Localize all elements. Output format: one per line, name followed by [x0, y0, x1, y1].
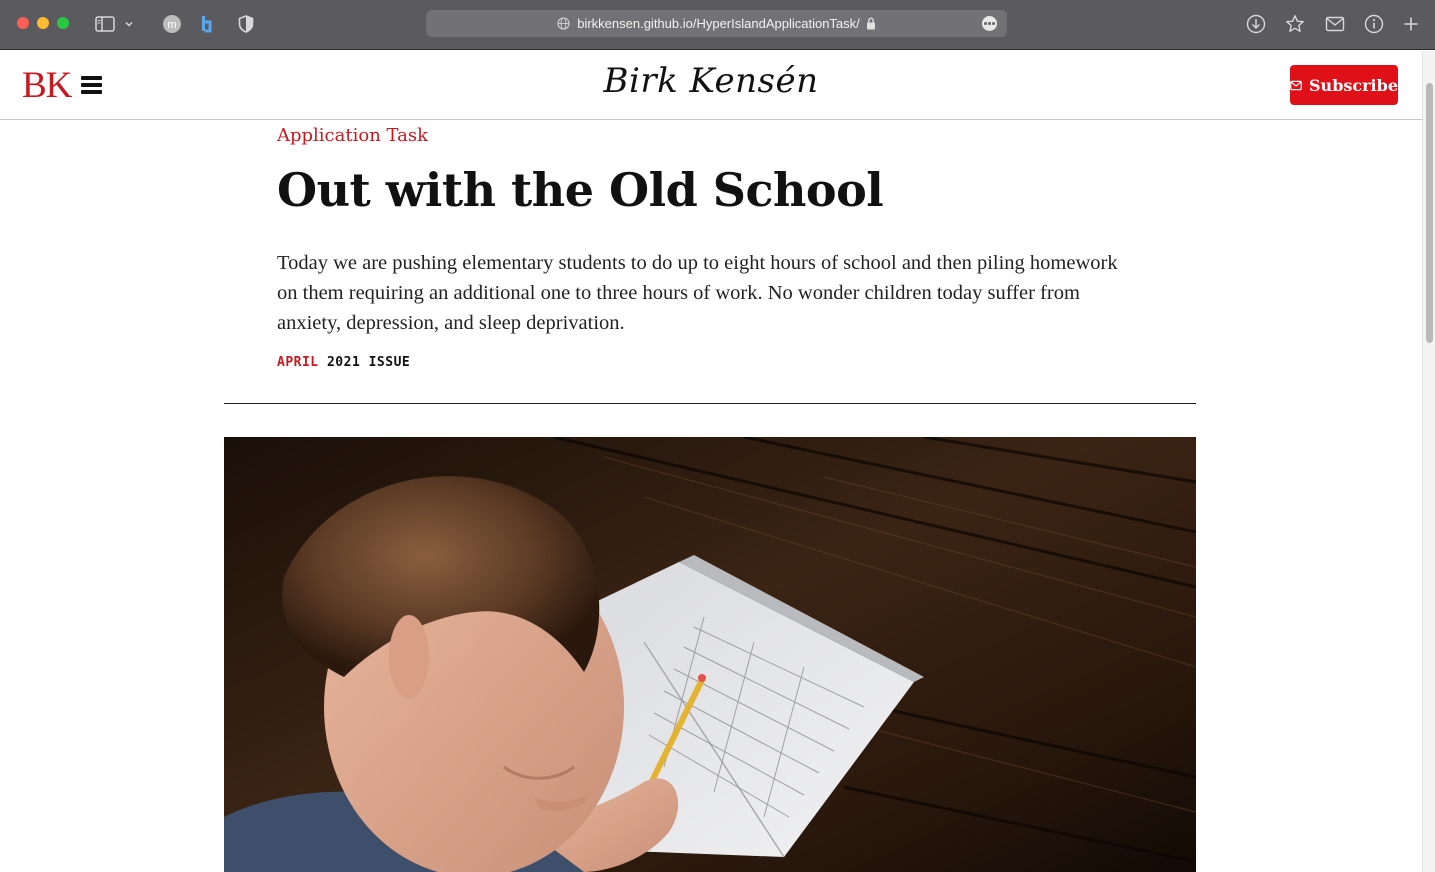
scrollbar[interactable]: [1422, 51, 1435, 872]
site-title[interactable]: Birk Kensén: [0, 61, 1422, 101]
hero-image: [224, 437, 1196, 872]
plus-icon[interactable]: [1400, 13, 1422, 35]
lock-icon: [866, 17, 875, 30]
svg-text:m: m: [167, 19, 176, 31]
issue-year: 2021 ISSUE: [326, 355, 411, 370]
extension-icon-m[interactable]: m: [161, 13, 183, 35]
more-icon[interactable]: [982, 16, 997, 31]
minimize-window-button[interactable]: [37, 17, 49, 29]
address-bar[interactable]: birkkensen.github.io/HyperIslandApplicat…: [426, 10, 1007, 37]
issue-month: APRIL: [277, 355, 319, 370]
info-icon[interactable]: [1363, 13, 1385, 35]
article-category[interactable]: Application Task: [277, 125, 428, 146]
article-lede: Today we are pushing elementary students…: [277, 252, 1118, 334]
divider: [224, 403, 1196, 404]
zoom-window-button[interactable]: [57, 17, 69, 29]
chevron-down-icon[interactable]: [122, 13, 136, 35]
mail-icon[interactable]: [1324, 13, 1346, 35]
globe-icon: [557, 17, 570, 30]
scrollbar-thumb[interactable]: [1426, 83, 1433, 343]
subscribe-label: Subscribe: [1309, 75, 1398, 95]
site-header: BK Birk Kensén Subscribe: [0, 51, 1422, 120]
browser-toolbar: m birkkensen.github.io/HyperIslandApplic…: [0, 0, 1435, 50]
subscribe-button[interactable]: Subscribe: [1290, 65, 1398, 105]
sidebar-icon[interactable]: [94, 13, 116, 35]
download-icon[interactable]: [1245, 13, 1267, 35]
star-icon[interactable]: [1284, 13, 1306, 35]
shield-icon[interactable]: [235, 13, 257, 35]
envelope-icon: [1290, 80, 1302, 90]
article-headline: Out with the Old School: [277, 163, 884, 217]
issue-label: APRIL 2021 ISSUE: [277, 355, 410, 370]
close-window-button[interactable]: [17, 17, 29, 29]
url-text[interactable]: birkkensen.github.io/HyperIslandApplicat…: [577, 16, 860, 31]
extension-icon-b[interactable]: [196, 13, 218, 35]
